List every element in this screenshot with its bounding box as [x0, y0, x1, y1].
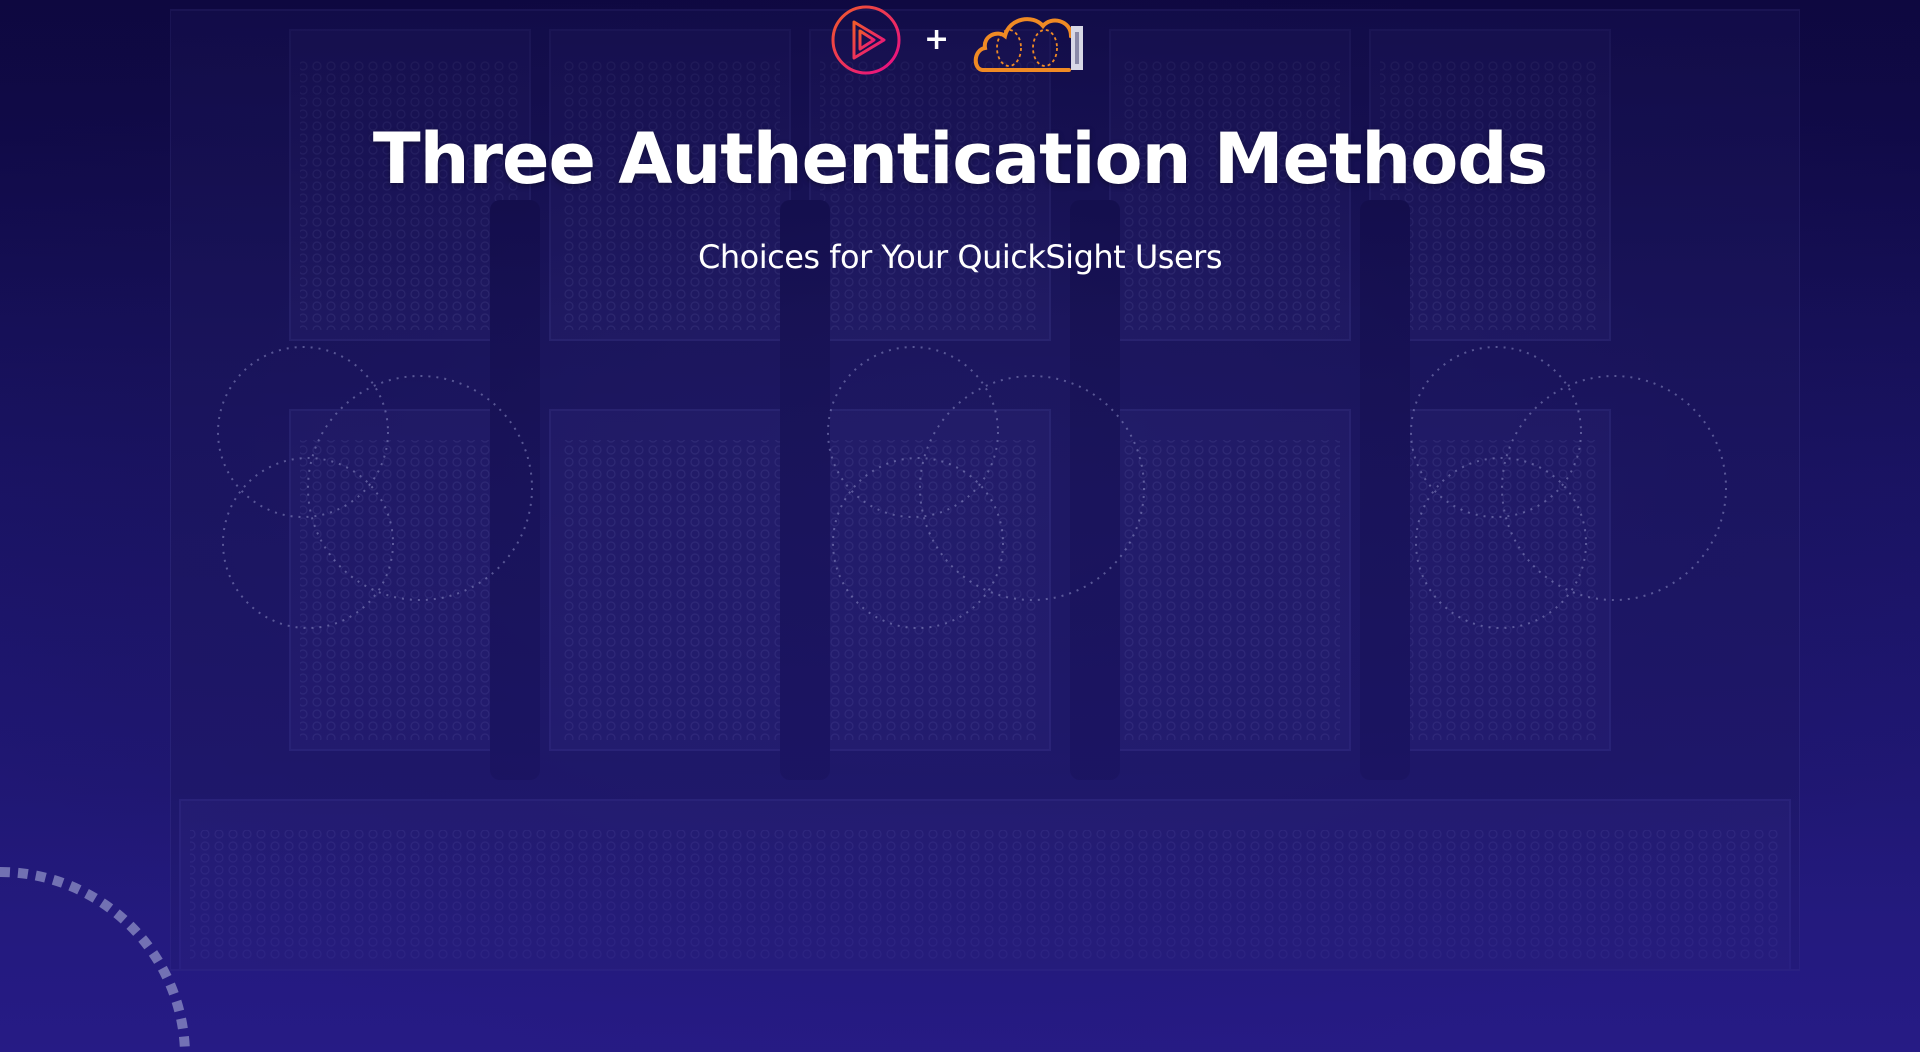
- presentation-slide: + Three Authentication Methods Choices f…: [0, 0, 1920, 1052]
- logo-lockup: +: [830, 4, 1090, 76]
- aws-quicksight-cloud-icon: [973, 17, 1084, 72]
- plus-sign: +: [924, 22, 950, 57]
- slide-subtitle: Choices for Your QuickSight Users: [698, 238, 1222, 276]
- pluralsight-play-icon: [831, 5, 901, 75]
- slide-title: Three Authentication Methods: [372, 118, 1548, 200]
